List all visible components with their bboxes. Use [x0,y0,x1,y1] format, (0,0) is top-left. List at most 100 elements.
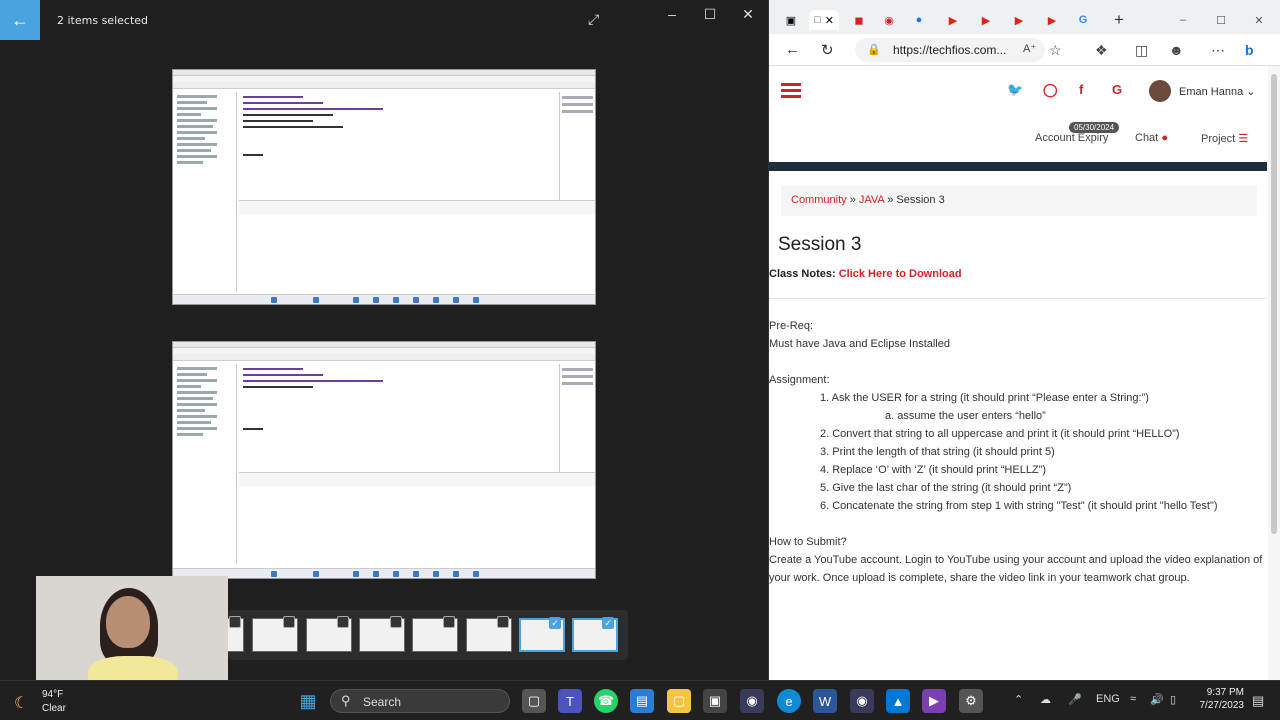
read-aloud-icon[interactable]: A⁺ [1023,42,1036,55]
filmstrip: ✓ ✓ [224,610,628,660]
file-explorer-icon[interactable]: ▢ [667,689,691,713]
user-menu[interactable]: Eman Hanna ⌄ [1149,80,1255,102]
checkbox[interactable] [337,616,349,628]
chat-link[interactable]: Chat ● [1135,132,1168,144]
twitter-icon[interactable]: 🐦 [1007,82,1023,98]
back-button[interactable]: ← [0,0,40,40]
thumbnail[interactable] [306,616,352,652]
teams-icon[interactable]: T [558,689,582,713]
task-item: 1. Ask the USER for a string (it should … [820,392,1149,404]
checkbox[interactable] [283,616,295,628]
scrollbar[interactable] [1268,66,1280,680]
cloud-icon[interactable]: ☁ [1040,693,1051,706]
google-icon[interactable]: G [1112,82,1122,97]
google-icon[interactable]: G [1071,10,1095,30]
profile-icon[interactable]: ☻ [1169,42,1184,58]
task-item: 5. Give the last char of the string (it … [820,482,1072,494]
video-editor-icon[interactable]: ▶ [922,689,946,713]
address-bar[interactable]: 🔒 https://techfios.com... [855,38,1045,62]
checkmark-icon[interactable]: ✓ [549,617,561,629]
tab-actions-icon[interactable]: ▣ [779,10,803,30]
search-label: Search [363,695,402,709]
close-button[interactable]: ✕ [1247,10,1271,30]
wifi-icon[interactable]: ≈ [1130,693,1136,705]
maximize-button[interactable]: ☐ [1209,10,1233,30]
favorite-star-icon[interactable]: ☆ [1049,42,1062,59]
instagram-icon[interactable]: ◯ [1043,82,1058,98]
tab-favicon[interactable]: ◼ [847,10,871,30]
username: Eman Hanna ⌄ [1179,85,1256,98]
task-item: 4. Replace ‘O’ with ‘Z’ (it should print… [820,464,1046,476]
refresh-icon[interactable]: ↻ [821,41,834,59]
chevron-up-icon[interactable]: ⌃ [1014,693,1023,706]
checkmark-icon[interactable]: ✓ [602,617,614,629]
edge-icon[interactable]: e [777,689,801,713]
settings-gear-icon[interactable]: ⚙ [959,689,983,713]
notification-icon[interactable]: ▤ [1252,693,1264,709]
youtube-icon[interactable]: ▶ [1040,10,1064,30]
more-menu-icon[interactable]: ⋯ [1211,42,1225,59]
microphone-icon[interactable]: 🎤 [1068,693,1082,706]
photos-icon[interactable]: ▲ [886,689,910,713]
clock[interactable]: 9:37 PM 7/27/2023 [1196,687,1245,711]
weather-condition: Clear [42,703,66,714]
browser-window: ▣ □ ✕ ◼ ◉ ● ▶ ▶ ▶ ▶ G + – ☐ ✕ ← ↻ 🔒 https… [768,0,1280,680]
project-link[interactable]: Project ☰ [1201,132,1248,145]
selection-count: 2 items selected [57,14,149,27]
facebook-icon[interactable]: f [1079,82,1083,97]
search-box[interactable]: ⚲ Search [330,689,510,713]
tab-favicon[interactable]: ◉ [877,10,901,30]
thumbnail-selected[interactable]: ✓ [572,617,618,652]
download-link[interactable]: Click Here to Download [839,268,962,280]
hamburger-menu-icon[interactable] [781,83,801,101]
store-icon[interactable]: ▣ [703,689,727,713]
new-tab-icon[interactable]: + [1107,10,1131,30]
maximize-button[interactable]: ☐ [700,6,720,23]
task-view-icon[interactable]: ▢ [522,689,546,713]
taskbar: ☾ 94°F Clear ▦ ⚲ Search ▢ T ☎ ▤ ▢ ▣ ◉ e … [0,680,1280,720]
split-screen-icon[interactable]: ◫ [1135,42,1148,59]
eclipse-icon[interactable]: ◉ [850,689,874,713]
time: 9:37 PM [1206,687,1244,698]
thumbnail[interactable] [412,616,458,652]
word-icon[interactable]: W [813,689,837,713]
photos-viewer: ← 2 items selected ⤢ – ☐ ✕ ✓ ✓ [0,0,768,684]
expand-icon[interactable]: ⤢ [588,11,599,28]
tab-active[interactable]: □ ✕ [809,10,839,30]
account-expiry-link[interactable]: Account Expiry [1035,132,1108,144]
minimize-button[interactable]: – [1171,10,1195,30]
bing-icon[interactable]: b [1245,42,1254,58]
thumbnail[interactable] [466,616,512,652]
thumbnail[interactable] [252,616,298,652]
notepad-icon[interactable]: ▤ [630,689,654,713]
class-notes: Class Notes: Click Here to Download [769,268,962,280]
start-windows-icon[interactable]: ▦ [296,689,320,713]
checkbox[interactable] [390,616,402,628]
moon-icon: ☾ [14,695,29,712]
checkbox[interactable] [497,616,509,628]
breadcrumb-community[interactable]: Community [791,194,847,206]
close-button[interactable]: ✕ [738,6,758,23]
console-panel [239,472,595,486]
youtube-icon[interactable]: ▶ [1007,10,1031,30]
assignment-heading: Assignment: [769,374,830,386]
thumbnail[interactable] [359,616,405,652]
eclipse-icon[interactable]: ◉ [740,689,764,713]
selected-screenshot-1[interactable] [172,69,596,305]
thumbnail-selected[interactable]: ✓ [519,617,565,652]
checkbox[interactable] [443,616,455,628]
minimize-button[interactable]: – [662,6,682,22]
selected-screenshot-2[interactable] [172,341,596,579]
language-indicator[interactable]: ENG [1096,693,1120,705]
whatsapp-icon[interactable]: ☎ [594,689,618,713]
extensions-icon[interactable]: ❖ [1095,42,1108,59]
facebook-icon[interactable]: ● [907,10,931,30]
back-icon[interactable]: ← [785,41,800,58]
divider [769,298,1267,299]
battery-icon[interactable]: ▯ [1170,693,1176,706]
youtube-icon[interactable]: ▶ [941,10,965,30]
volume-icon[interactable]: 🔊 [1150,693,1164,706]
youtube-icon[interactable]: ▶ [974,10,998,30]
prereq-text: Must have Java and Eclipse Installed [769,338,950,350]
breadcrumb-java[interactable]: JAVA [859,194,884,206]
